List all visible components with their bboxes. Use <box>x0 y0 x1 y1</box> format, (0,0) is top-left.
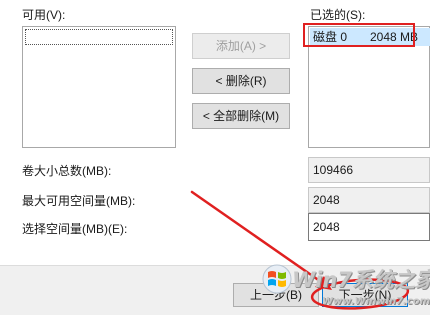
selected-label: 已选的(S): <box>310 8 366 22</box>
choose-space-label: 选择空间量(MB)(E): <box>22 222 128 236</box>
total-size-field: 109466 <box>308 157 430 183</box>
windows-logo-icon <box>262 264 292 294</box>
total-size-label: 卷大小总数(MB): <box>22 164 112 178</box>
max-space-field: 2048 <box>308 187 430 213</box>
add-button[interactable]: 添加(A) > <box>192 33 290 59</box>
choose-space-input[interactable]: 2048 <box>308 213 430 241</box>
watermark-url: Www.Winwin7.com <box>322 296 430 307</box>
max-space-label: 最大可用空间量(MB): <box>22 194 136 208</box>
watermark-brand: Win7系统之家 <box>292 268 430 292</box>
remove-button[interactable]: < 删除(R) <box>192 68 290 94</box>
selected-item-highlight <box>303 23 415 47</box>
remove-all-button[interactable]: < 全部删除(M) <box>192 103 290 129</box>
available-label: 可用(V): <box>22 8 66 22</box>
watermark: Win7系统之家 Www.Winwin7.com <box>262 262 430 314</box>
available-focus-row <box>25 29 173 45</box>
available-listbox[interactable] <box>22 26 176 148</box>
